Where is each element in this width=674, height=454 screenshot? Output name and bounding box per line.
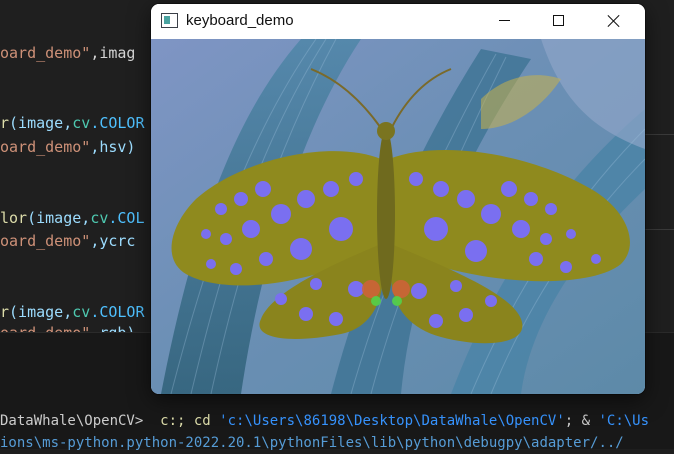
code-token: (image, xyxy=(9,303,73,321)
app-window-icon xyxy=(161,13,178,28)
code-token: oard_demo" xyxy=(0,232,91,250)
terminal-string: 'c:\Users\86198\Desktop\DataWhale\OpenCV… xyxy=(219,413,565,429)
code-token: .COLOR xyxy=(90,114,145,132)
code-token: cv xyxy=(72,303,91,321)
code-token: (image, xyxy=(9,114,73,132)
code-line-3: oard_demo",hsv) xyxy=(0,136,135,158)
code-token: oard_demo" xyxy=(0,324,90,332)
minimize-icon xyxy=(498,20,510,21)
code-line-1: oard_demo",imag xyxy=(0,42,135,64)
code-token: .COL xyxy=(108,209,145,227)
minimize-button[interactable] xyxy=(481,4,527,37)
code-token: ,imag xyxy=(90,44,136,62)
code-token: lor xyxy=(0,209,28,227)
window-title: keyboard_demo xyxy=(186,12,294,29)
code-token: cv xyxy=(90,209,109,227)
terminal-prompt-path: DataWhale\OpenCV> xyxy=(0,413,144,429)
terminal-string: 'C:\Us xyxy=(598,413,650,429)
eye-spot xyxy=(392,296,402,306)
eye-spot xyxy=(392,280,410,298)
terminal-line-2: ions\ms-python.python-2022.20.1\pythonFi… xyxy=(0,432,624,454)
terminal-separator: ; & xyxy=(564,413,599,429)
code-line-4: lor(image,cv.COL xyxy=(0,207,145,229)
terminal-line-1: DataWhale\OpenCV> c:; cd 'c:\Users\86198… xyxy=(0,410,649,432)
maximize-icon xyxy=(552,15,564,26)
code-line-5: oard_demo",ycrc xyxy=(0,230,135,252)
close-button[interactable] xyxy=(591,4,637,37)
code-line-2: r(image,cv.COLOR xyxy=(0,112,145,134)
terminal-command: c:; xyxy=(160,413,194,429)
code-token: ,ycrc xyxy=(90,232,136,250)
code-token: .COLOR xyxy=(90,303,145,321)
code-token: ,hsv) xyxy=(90,138,136,156)
eye-spot xyxy=(362,280,380,298)
close-icon xyxy=(607,14,621,28)
eye-spot xyxy=(371,296,381,306)
editor-divider xyxy=(645,134,674,135)
editor-divider xyxy=(645,229,674,230)
terminal-command: cd xyxy=(193,413,220,429)
code-token: ,rgb) xyxy=(90,324,135,332)
terminal-continuation: ions\ms-python.python-2022.20.1\pythonFi… xyxy=(0,435,624,451)
code-token: oard_demo" xyxy=(0,138,91,156)
image-canvas xyxy=(151,39,645,394)
window-titlebar[interactable]: keyboard_demo xyxy=(151,4,645,37)
code-token: r xyxy=(0,303,10,321)
butterfly-image xyxy=(151,39,645,394)
code-token: (image, xyxy=(27,209,91,227)
maximize-button[interactable] xyxy=(535,4,581,37)
code-line-7: oard_demo",rgb) xyxy=(0,322,135,332)
code-token: cv xyxy=(72,114,91,132)
code-line-6: r(image,cv.COLOR xyxy=(0,301,145,323)
code-token: r xyxy=(0,114,10,132)
image-window[interactable]: keyboard_demo xyxy=(151,4,645,394)
code-token: oard_demo" xyxy=(0,44,91,62)
